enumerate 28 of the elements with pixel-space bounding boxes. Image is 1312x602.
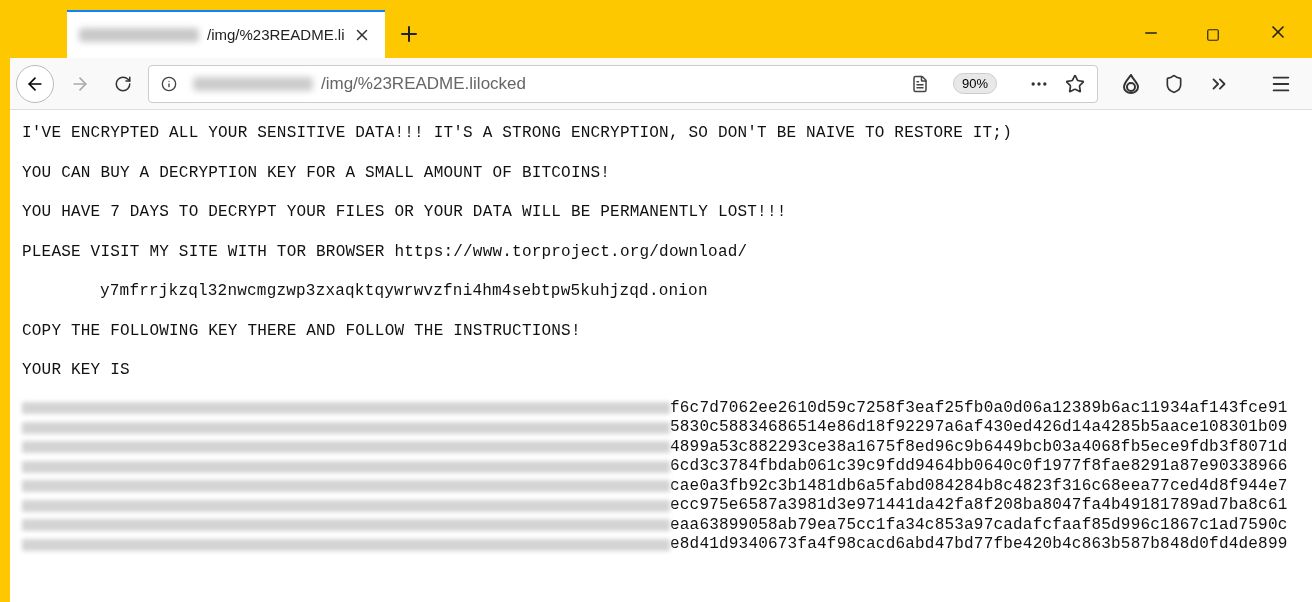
key-line: 5830c58834686514e86d18f92297a6af430ed426d14a4285b5aace108301b09 — [670, 418, 1288, 438]
key-line: 6cd3c3784fbdab061c39c9fdd9464bb0640c0f1977f8fae8291a87e90338966 — [670, 457, 1288, 477]
flame-icon[interactable] — [1122, 73, 1140, 94]
bookmark-star-icon[interactable] — [1065, 73, 1085, 94]
note-line: I'VE ENCRYPTED ALL YOUR SENSITIVE DATA!!! IT'S A STRONG ENCRYPTION, SO DON'T BE NAIVE TO RESTORE IT;) — [22, 124, 1012, 142]
info-icon[interactable] — [161, 75, 177, 92]
tab-title: /img/%23README.li — [207, 24, 345, 45]
reload-icon[interactable] — [114, 74, 132, 93]
browser-tab[interactable]: /img/%23README.li — [67, 10, 385, 58]
note-line: YOU CAN BUY A DECRYPTION KEY FOR A SMALL AMOUNT OF BITCOINS! — [22, 163, 611, 182]
key-line: f6c7d7062ee2610d59c7258f3eaf25fb0a0d06a12389b6ac11934af143fce91 — [670, 398, 1288, 418]
note-line: PLEASE VISIT MY SITE WITH TOR BROWSER https://www.torproject.org/download/ — [22, 242, 748, 261]
note-line: YOU HAVE 7 DAYS TO DECRYPT YOUR FILES OR YOUR DATA WILL BE PERMANENTLY LOST!!! — [22, 203, 787, 221]
note-line: YOUR KEY IS — [22, 361, 130, 379]
onion-address: y7mfrrjkzql32nwcmgzwp3zxaqktqywrwvzfni4hm4sebtpw5kuhjzqd.onion — [100, 282, 708, 300]
address-bar[interactable]: /img/%23README.lilocked 90% — [148, 64, 1098, 103]
key-line: e8d41d9340673fa4f98cacd6abd47bd77fbe420b4c863b587b848d0fd4de899 — [670, 535, 1288, 555]
key-line: ecc975e6587a3981d3e971441da42fa8f208ba8047fa4b49181789ad7ba8c61 — [670, 496, 1288, 516]
key-line: eaa63899058ab79ea75cc1fa34c853a97cadafcfaaf85d996c1867c1ad7590c — [670, 515, 1288, 535]
note-line: COPY THE FOLLOWING KEY THERE AND FOLLOW THE INSTRUCTIONS! — [22, 321, 581, 340]
key-line: cae0a3fb92c3b1481db6a5fabd084284b8c4823f316c68eea77ced4d8f944e7 — [670, 476, 1288, 496]
url-path: /img/%23README.lilocked — [321, 72, 527, 95]
shield-icon[interactable] — [1164, 73, 1184, 94]
back-button[interactable] — [16, 64, 54, 103]
reader-view-icon[interactable] — [910, 74, 929, 93]
zoom-level[interactable]: 90% — [952, 72, 997, 95]
maximize-icon[interactable] — [1206, 28, 1220, 42]
key-line: 4899a53c882293ce38a1675f8ed96c9b6449bcb03a4068fb5ece9fdb3f8071d — [670, 437, 1288, 457]
